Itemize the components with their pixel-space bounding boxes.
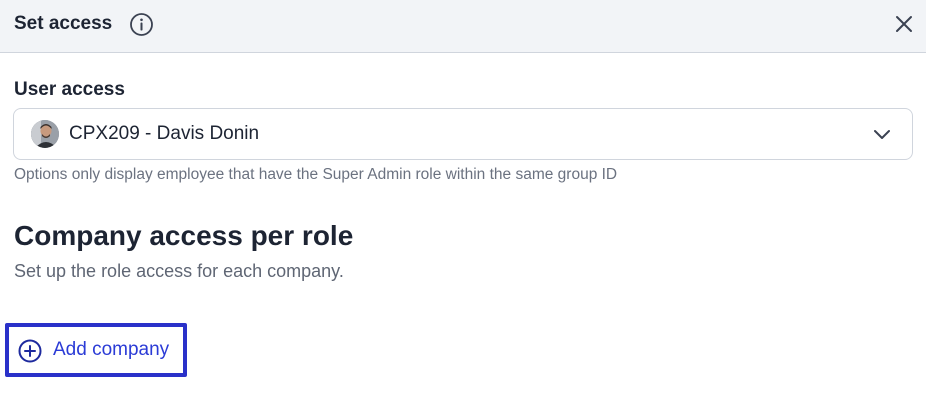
close-icon — [896, 16, 912, 32]
info-icon[interactable] — [129, 12, 154, 37]
user-access-helper-text: Options only display employee that have … — [14, 166, 618, 183]
user-access-label: User access — [14, 79, 125, 100]
chevron-down-icon — [871, 123, 893, 145]
set-access-panel: Set access User access CPX209 - Davis Do… — [0, 0, 926, 396]
close-button[interactable] — [890, 10, 918, 38]
panel-title: Set access — [14, 13, 113, 34]
add-company-label: Add company — [53, 339, 170, 360]
add-company-button[interactable]: Add company — [5, 323, 187, 377]
user-avatar — [31, 120, 59, 148]
company-access-title: Company access per role — [14, 220, 354, 251]
selected-user: CPX209 - Davis Donin — [69, 123, 260, 144]
plus-circle-icon — [17, 338, 43, 364]
company-access-subtitle: Set up the role access for each company. — [14, 261, 344, 281]
user-access-select[interactable]: CPX209 - Davis Donin — [13, 108, 913, 160]
panel-header: Set access — [0, 0, 926, 53]
